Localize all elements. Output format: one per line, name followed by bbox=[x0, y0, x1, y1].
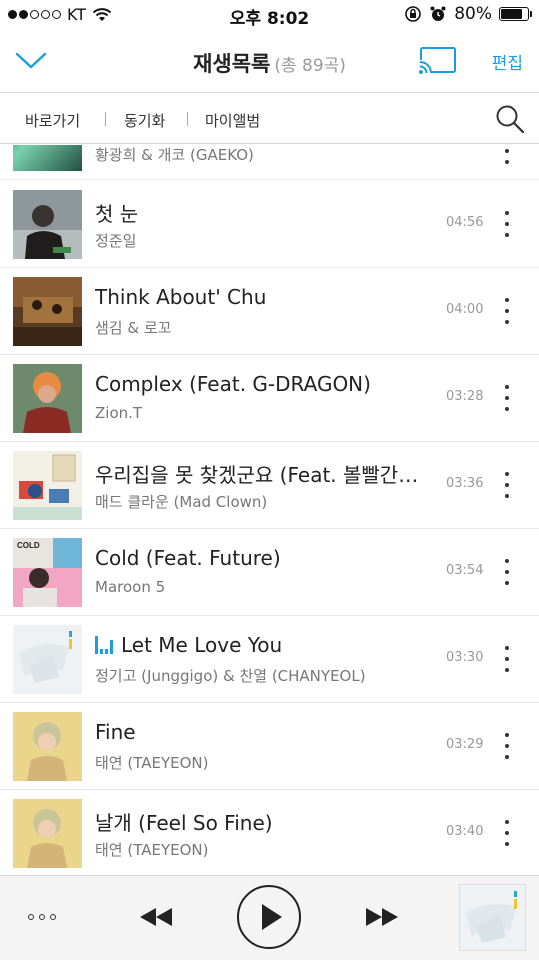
song-artist: Zion.T bbox=[95, 404, 143, 422]
song-title-text: Let Me Love You bbox=[121, 633, 283, 657]
song-title: 날개 (Feel So Fine) bbox=[95, 811, 273, 835]
list-item-now-playing[interactable]: Let Me Love You 정기고 (Junggigo) & 찬열 (CHA… bbox=[0, 616, 539, 703]
song-title: Complex (Feat. G-DRAGON) bbox=[95, 372, 371, 396]
list-item[interactable]: 우리집을 못 찾겠군요 (Feat. 볼빨간사춘기) 매드 클라운 (Mad C… bbox=[0, 442, 539, 529]
song-title: Let Me Love You bbox=[95, 633, 425, 657]
song-duration: 03:30 bbox=[446, 650, 484, 665]
now-playing-icon bbox=[95, 636, 113, 654]
alarm-icon bbox=[430, 6, 446, 21]
song-duration: 04:00 bbox=[446, 302, 484, 317]
more-options-icon[interactable] bbox=[500, 207, 514, 241]
album-art bbox=[13, 451, 82, 520]
album-art bbox=[13, 799, 82, 868]
song-title: Cold (Feat. Future) bbox=[95, 546, 281, 570]
album-art bbox=[13, 190, 82, 259]
list-item[interactable]: COLD Cold (Feat. Future) Maroon 5 03:54 bbox=[0, 529, 539, 616]
more-options-icon[interactable] bbox=[500, 381, 514, 415]
song-artist: 정준일 bbox=[95, 232, 137, 250]
battery-icon bbox=[499, 7, 532, 21]
list-item[interactable]: Complex (Feat. G-DRAGON) Zion.T 03:28 bbox=[0, 355, 539, 442]
rotation-lock-icon bbox=[405, 6, 422, 22]
now-playing-album-art[interactable] bbox=[459, 884, 526, 951]
more-options-icon[interactable] bbox=[500, 729, 514, 763]
album-art bbox=[13, 145, 82, 171]
search-icon[interactable] bbox=[495, 104, 525, 134]
nav-shortcut[interactable]: 바로가기 bbox=[25, 110, 80, 131]
cast-icon[interactable] bbox=[418, 46, 458, 76]
song-title: 우리집을 못 찾겠군요 (Feat. 볼빨간사춘기) bbox=[95, 463, 425, 487]
list-item[interactable]: Fine 태연 (TAEYEON) 03:29 bbox=[0, 703, 539, 790]
song-artist: 태연 (TAEYEON) bbox=[95, 754, 209, 772]
song-duration: 04:56 bbox=[446, 215, 484, 230]
album-art bbox=[13, 712, 82, 781]
song-artist: 정기고 (Junggigo) & 찬열 (CHANYEOL) bbox=[95, 667, 366, 685]
song-duration: 03:40 bbox=[446, 824, 484, 839]
header: 재생목록 (총 89곡) 편집 bbox=[0, 30, 539, 93]
song-duration: 03:29 bbox=[446, 737, 484, 752]
page-title-text: 재생목록 bbox=[193, 52, 271, 76]
more-options-icon[interactable] bbox=[500, 642, 514, 676]
nav-my-album[interactable]: 마이앨범 bbox=[205, 110, 260, 131]
page-title: 재생목록 (총 89곡) bbox=[0, 48, 539, 78]
svg-text:COLD: COLD bbox=[17, 541, 40, 550]
status-right: 80% bbox=[404, 4, 532, 24]
album-art bbox=[13, 277, 82, 346]
more-options-icon[interactable] bbox=[500, 294, 514, 328]
song-artist: 샘김 & 로꼬 bbox=[95, 319, 172, 337]
song-artist: 매드 클라운 (Mad Clown) bbox=[95, 493, 268, 511]
song-artist: 황광희 & 개코 (GAEKO) bbox=[95, 146, 254, 164]
song-duration: 03:28 bbox=[446, 389, 484, 404]
song-title: Fine bbox=[95, 720, 136, 744]
quick-nav: 바로가기 동기화 마이앨범 bbox=[0, 94, 539, 144]
nav-divider bbox=[187, 112, 188, 126]
more-options-icon[interactable] bbox=[500, 468, 514, 502]
song-count: (총 89곡) bbox=[274, 56, 346, 76]
more-options-icon[interactable] bbox=[500, 816, 514, 850]
list-item[interactable]: 황광희 & 개코 (GAEKO) bbox=[0, 145, 539, 180]
more-options-icon[interactable] bbox=[500, 145, 514, 168]
mini-player bbox=[0, 875, 539, 960]
more-icon[interactable] bbox=[28, 914, 56, 920]
play-button[interactable] bbox=[237, 885, 301, 949]
status-bar: KT 오후 8:02 80% bbox=[0, 0, 539, 30]
song-artist: Maroon 5 bbox=[95, 578, 166, 596]
album-art bbox=[13, 364, 82, 433]
list-item[interactable]: 날개 (Feel So Fine) 태연 (TAEYEON) 03:40 bbox=[0, 790, 539, 875]
previous-icon[interactable] bbox=[138, 906, 174, 928]
playlist[interactable]: 황광희 & 개코 (GAEKO) 첫 눈 정준일 04:56 Think Abo… bbox=[0, 145, 539, 875]
song-title: Think About' Chu bbox=[95, 285, 267, 309]
list-item[interactable]: Think About' Chu 샘김 & 로꼬 04:00 bbox=[0, 268, 539, 355]
battery-percent: 80% bbox=[454, 4, 492, 24]
song-duration: 03:36 bbox=[446, 476, 484, 491]
song-duration: 03:54 bbox=[446, 563, 484, 578]
song-artist: 태연 (TAEYEON) bbox=[95, 841, 209, 859]
edit-button[interactable]: 편집 bbox=[492, 49, 523, 74]
album-art bbox=[13, 625, 82, 694]
song-title: 첫 눈 bbox=[95, 202, 139, 226]
battery-fill bbox=[501, 9, 522, 19]
album-art: COLD bbox=[13, 538, 82, 607]
list-item[interactable]: 첫 눈 정준일 04:56 bbox=[0, 181, 539, 268]
next-icon[interactable] bbox=[364, 906, 400, 928]
play-icon bbox=[262, 904, 282, 930]
more-options-icon[interactable] bbox=[500, 555, 514, 589]
nav-divider bbox=[105, 112, 106, 126]
nav-sync[interactable]: 동기화 bbox=[124, 110, 165, 131]
